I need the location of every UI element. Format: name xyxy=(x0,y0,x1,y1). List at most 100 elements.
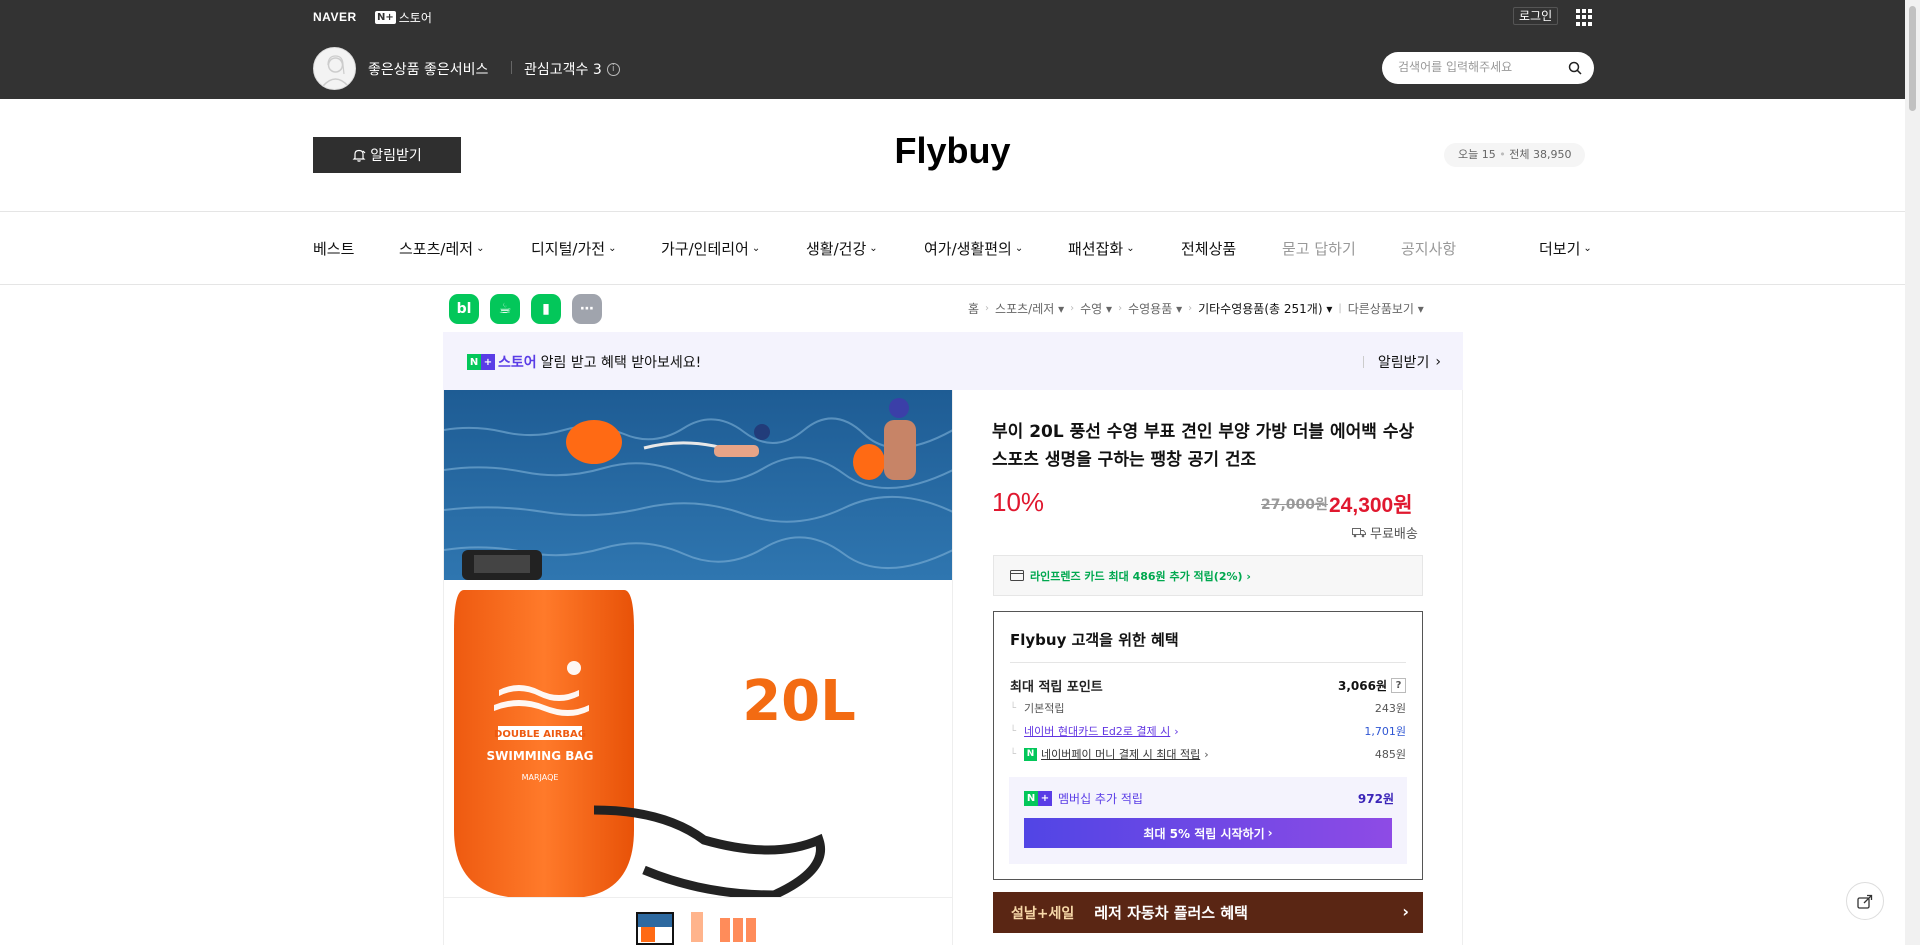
card-offer-text: 라인프렌즈 카드 최대 486원 추가 적립(2%) › xyxy=(1030,569,1251,583)
category-nav: 베스트 스포츠/레저 ⌄ 디지털/가전 ⌄ 가구/인테리어 ⌄ 생활/건강 ⌄ 여가/생… xyxy=(0,212,1905,284)
membership-box: N + 멤버십 추가 적립 972원 최대 5% 적립 시작하기 › xyxy=(1009,777,1407,864)
chevron-down-icon: ⌄ xyxy=(1014,243,1024,254)
visit-today: 오늘 15 xyxy=(1458,148,1496,161)
thumbnail-2[interactable] xyxy=(678,912,716,945)
card-point-value: 1,701원 xyxy=(1364,725,1406,738)
nplus-store-logo: N + 스토어 xyxy=(467,352,537,372)
nav-item-living[interactable]: 생활/건강 ⌄ xyxy=(806,238,878,259)
divider xyxy=(952,390,953,945)
svg-text:MARJAQE: MARJAQE xyxy=(522,773,559,782)
svg-text:20L: 20L xyxy=(742,669,856,734)
nav-item-qna[interactable]: 묻고 답하기 xyxy=(1282,238,1356,259)
share-icons: bl ☕ ▮ ⋯ xyxy=(449,294,602,324)
follower-label: 관심고객수 3 xyxy=(524,62,602,78)
thumbnail-1[interactable] xyxy=(636,912,674,945)
breadcrumb-cat2[interactable]: 수영 ▾ xyxy=(1080,300,1112,317)
login-button[interactable]: 로그인 xyxy=(1513,7,1559,25)
breadcrumb-other[interactable]: 다른상품보기 ▾ xyxy=(1348,300,1424,317)
nplus-store-label: 스토어 xyxy=(398,11,432,25)
search-input[interactable] xyxy=(1398,60,1558,74)
svg-text:SWIMMING BAG: SWIMMING BAG xyxy=(486,749,593,763)
base-point-value: 243원 xyxy=(1374,702,1406,715)
svg-text:DOUBLE AIRBAG: DOUBLE AIRBAG xyxy=(494,729,586,740)
store-tagline[interactable]: 좋은상품 좋은서비스 xyxy=(368,59,488,79)
nav-item-leisure[interactable]: 여가/생활편의 ⌄ xyxy=(924,238,1023,259)
promo-text: 알림 받고 혜택 받아보세요! xyxy=(540,355,702,371)
apps-grid-icon[interactable] xyxy=(1576,9,1593,26)
shipping-info: 무료배송 xyxy=(1352,523,1418,542)
product-main-image[interactable]: DOUBLE AIRBAG SWIMMING BAG MARJAQE 20L xyxy=(443,390,952,898)
info-icon[interactable]: i xyxy=(606,62,620,76)
truck-icon xyxy=(1352,528,1366,538)
breadcrumb-cat1[interactable]: 스포츠/레저 ▾ xyxy=(995,300,1064,317)
benefit-box: Flybuy 고객을 위한 혜택 최대 적립 포인트 3,066원 ? └ 기본적… xyxy=(993,611,1423,880)
nav-item-notice[interactable]: 공지사항 xyxy=(1401,238,1456,259)
store-title[interactable]: Flybuy xyxy=(0,130,1905,172)
product-title: 부이 20L 풍선 수영 부표 견인 부양 가방 더블 에어백 수상 스포츠 생… xyxy=(992,422,1415,470)
chevron-down-icon: ⌄ xyxy=(1126,243,1135,254)
divider xyxy=(1462,390,1463,945)
membership-label: 멤버십 추가 적립 xyxy=(1058,792,1143,806)
membership-value: 972원 xyxy=(1357,792,1394,806)
membership-start-button[interactable]: 최대 5% 적립 시작하기 › xyxy=(1024,818,1392,848)
cafe-share-icon[interactable]: ☕ xyxy=(490,294,520,324)
promo-alarm-link[interactable]: 알림받기 › xyxy=(1362,352,1441,372)
nplus-logo-icon: N + xyxy=(1024,791,1052,806)
help-icon[interactable]: ? xyxy=(1391,678,1406,693)
breadcrumb-cat4[interactable]: 기타수영용품(총 251개) ▾ xyxy=(1198,300,1332,317)
nav-item-sports[interactable]: 스포츠/레저 ⌄ xyxy=(399,238,484,259)
membership-row: N + 멤버십 추가 적립 972원 xyxy=(1024,790,1394,807)
sale-price: 24,300원 xyxy=(1329,494,1413,517)
base-point-row: └ 기본적립 243원 xyxy=(1010,702,1406,715)
chevron-down-icon: ⌄ xyxy=(608,243,617,254)
scroll-thumb[interactable] xyxy=(1909,6,1916,111)
header-divider xyxy=(511,61,512,74)
chevron-down-icon: ⌄ xyxy=(476,243,485,254)
page: NAVER N+ 스토어 로그인 좋은상품 좋은서비스 관심고객수 3 i 검색… xyxy=(0,0,1920,945)
chevron-down-icon: ⌄ xyxy=(751,243,761,254)
search-box xyxy=(1382,52,1594,84)
nav-item-best[interactable]: 베스트 xyxy=(313,238,354,259)
breadcrumb-cat3[interactable]: 수영용품 ▾ xyxy=(1128,300,1182,317)
card-point-row[interactable]: └ 네이버 현대카드 Ed2로 결제 시 › 1,701원 xyxy=(1010,723,1406,739)
visit-total: 전체 38,950 xyxy=(1509,148,1572,161)
breadcrumb: 홈 › 스포츠/레저 ▾ › 수영 ▾ › 수영용품 ▾ › 기타수영용품(총 … xyxy=(968,300,1424,317)
credit-card-icon xyxy=(1010,570,1024,581)
card-point-link[interactable]: 네이버 현대카드 Ed2로 결제 시 xyxy=(1024,723,1170,739)
nplus-logo-icon: N + xyxy=(467,354,495,370)
naver-logo[interactable]: NAVER xyxy=(313,10,357,24)
event-text: 레저 자동차 플러스 혜택 xyxy=(1094,904,1248,922)
naverpay-icon: N xyxy=(1024,747,1038,761)
search-icon[interactable] xyxy=(1568,61,1582,75)
pay-point-value: 485원 xyxy=(1374,748,1406,761)
chevron-down-icon: ⌄ xyxy=(1583,243,1592,254)
pay-point-link[interactable]: 네이버페이 머니 결제 시 최대 적립 xyxy=(1041,746,1200,762)
benefit-title: Flybuy 고객을 위한 혜택 xyxy=(1010,631,1179,649)
more-share-icon[interactable]: ⋯ xyxy=(572,294,602,324)
nav-item-digital[interactable]: 디지털/가전 ⌄ xyxy=(531,238,616,259)
chevron-right-icon: › xyxy=(1402,902,1409,921)
nav-item-more[interactable]: 더보기 ⌄ xyxy=(1539,238,1592,259)
promo-banner[interactable]: N + 스토어 알림 받고 혜택 받아보세요! 알림받기 › xyxy=(443,332,1463,390)
breadcrumb-home[interactable]: 홈 xyxy=(968,300,979,317)
nav-item-fashion[interactable]: 패션잡화 ⌄ xyxy=(1068,238,1135,259)
thumbnail-row xyxy=(443,898,952,945)
nav-item-furniture[interactable]: 가구/인테리어 ⌄ xyxy=(661,238,760,259)
blog-share-icon[interactable]: bl xyxy=(449,294,479,324)
thumbnail-3[interactable] xyxy=(720,912,758,945)
scrollbar[interactable] xyxy=(1905,0,1920,945)
shipping-label: 무료배송 xyxy=(1370,527,1418,542)
chevron-right-icon: › xyxy=(1435,354,1441,370)
share-icon xyxy=(1857,894,1873,909)
nplus-store-link[interactable]: N+ 스토어 xyxy=(375,9,432,26)
visit-count: 오늘 15 • 전체 38,950 xyxy=(1444,143,1586,167)
card-offer[interactable]: 라인프렌즈 카드 최대 486원 추가 적립(2%) › xyxy=(993,555,1423,596)
store-avatar[interactable] xyxy=(313,47,356,90)
event-banner[interactable]: 설날+세일 레저 자동차 플러스 혜택 › xyxy=(993,892,1423,933)
bookmark-share-icon[interactable]: ▮ xyxy=(531,294,561,324)
promo-text-group: N + 스토어 알림 받고 혜택 받아보세요! xyxy=(467,352,701,372)
nav-item-all[interactable]: 전체상품 xyxy=(1181,238,1236,259)
pay-point-row[interactable]: └ N 네이버페이 머니 결제 시 최대 적립 › 485원 xyxy=(1010,746,1406,762)
base-point-label: 기본적립 xyxy=(1024,702,1065,715)
share-float-button[interactable] xyxy=(1846,882,1884,920)
